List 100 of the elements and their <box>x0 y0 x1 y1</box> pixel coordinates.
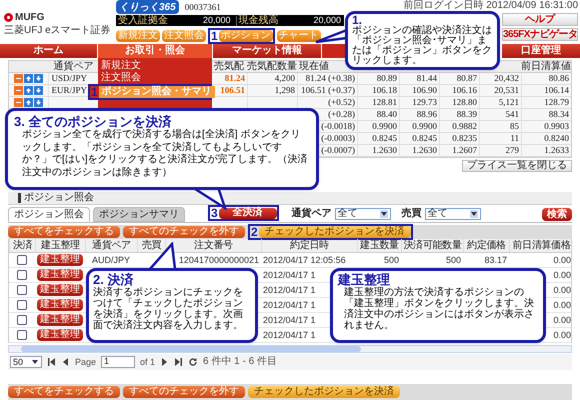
refresh-icon[interactable] <box>188 357 198 367</box>
table-cell: 2012/04/17 1 <box>263 270 316 280</box>
table-cell: 2012/04/17 1 <box>263 286 316 294</box>
table-cell: USD/JPY <box>51 74 87 83</box>
nav-tab[interactable]: ホーム <box>0 44 97 58</box>
table-cell: 83.17 <box>484 256 507 264</box>
ring-logo-icon <box>4 13 13 22</box>
table-cell: (-0.0018) <box>321 122 355 131</box>
action-button[interactable]: チェックしたポジションを決済 <box>258 226 411 238</box>
up-arrow-button[interactable] <box>24 98 34 107</box>
checkbox[interactable] <box>17 300 27 310</box>
position-button[interactable]: 建玉整理 <box>37 284 83 296</box>
down-arrow-button[interactable] <box>34 74 44 83</box>
table-cell: 81.24 <box>224 74 245 83</box>
table-cell: 0.8235 <box>452 134 477 143</box>
product-logo: くりっく365 <box>116 0 179 14</box>
table-cell: 2012/04/17 1 <box>263 330 316 340</box>
nav-tab[interactable]: マーケット情報 <box>213 44 321 58</box>
nav-tab[interactable]: お取引・照会 <box>98 44 212 58</box>
table-cell: 106.18 <box>372 86 397 95</box>
column-header: 売気配 <box>214 62 244 72</box>
callout-text: ポジションの確認や決済注文は「ポジション照会･サマリ」または「ポジション」ボタンをクリックします。 <box>352 26 493 66</box>
table-cell: (+0.52) <box>328 98 355 107</box>
checkbox[interactable] <box>17 285 27 295</box>
position-button[interactable]: 建玉整理 <box>37 329 83 341</box>
table-cell: 0.00 <box>553 256 571 264</box>
page-label: Page <box>75 358 96 366</box>
action-button[interactable]: すべてのチェックを外す <box>123 226 245 238</box>
action-button[interactable]: すべてをチェックする <box>8 226 120 238</box>
down-arrow-button[interactable] <box>34 98 44 107</box>
table-cell: 541 <box>506 110 519 119</box>
nav-tab[interactable]: 口座管理 <box>502 44 580 58</box>
page-input[interactable]: 1 <box>101 356 136 368</box>
table-cell: 85 <box>510 122 519 131</box>
table-cell: 279 <box>506 146 519 155</box>
table-cell: 4,200 <box>274 74 295 83</box>
previous-page-icon[interactable] <box>61 357 70 367</box>
callout-title: 1. <box>352 15 363 26</box>
table-cell: 1,298 <box>274 86 295 95</box>
next-page-icon[interactable] <box>160 357 170 367</box>
table-cell: (-0.0003) <box>321 134 355 143</box>
position-button[interactable]: 建玉整理 <box>37 269 83 281</box>
tab[interactable]: ポジションサマリ <box>93 207 185 222</box>
checkbox[interactable] <box>17 315 27 325</box>
action-button[interactable]: すべてのチェックを外す <box>123 386 245 398</box>
table-cell: 0.00 <box>553 270 571 280</box>
dropdown-field[interactable]: 全て <box>424 208 481 220</box>
table-cell: 106.14 <box>544 86 569 95</box>
up-arrow-button[interactable] <box>24 86 34 95</box>
table-cell: 80.87 <box>456 74 477 83</box>
checkbox[interactable] <box>17 330 27 340</box>
search-button[interactable]: 検索 <box>542 208 572 221</box>
table-cell: 80.86 <box>548 74 569 83</box>
table-cell: 2012/04/17 1 <box>263 316 316 324</box>
table-cell: 20,432 <box>494 74 519 83</box>
table-cell: 0.00 <box>553 330 571 340</box>
position-button[interactable]: 建玉整理 <box>37 314 83 326</box>
table-cell: 129.73 <box>412 98 437 107</box>
table-cell: 88.96 <box>416 110 437 119</box>
page-size-field[interactable]: 50 <box>10 356 42 368</box>
table-cell: 11 <box>510 134 519 143</box>
help-button[interactable]: ヘルプ <box>502 13 578 26</box>
menu-item[interactable]: 新規注文 <box>98 60 212 72</box>
filter-label: 売買 <box>402 209 422 219</box>
table-cell: 1.2633 <box>544 146 569 155</box>
position-button[interactable]: 建玉整理 <box>37 254 83 266</box>
table-cell: 128.79 <box>544 98 569 107</box>
table-cell: 2012/04/17 12:05:56 <box>263 256 346 264</box>
table-cell: EUR/JPY <box>51 86 87 95</box>
checkbox[interactable] <box>17 270 27 280</box>
minus-button[interactable] <box>14 98 24 107</box>
action-button[interactable]: すべてをチェックする <box>8 386 120 398</box>
action-button[interactable]: チェックしたポジションを決済 <box>248 386 400 398</box>
balance-value: 20,000 <box>202 16 232 25</box>
callout-text: ポジション全てを成行で決済する場合は[全決済] ボタンをクリックします。「ポジションを全て決済してもよろしいですか？」で[はい]をクリックすると決済注文が完了します。（決済注文中のポジションは除きます） <box>21 129 309 179</box>
minus-button[interactable] <box>14 86 24 95</box>
up-arrow-button[interactable] <box>24 74 34 83</box>
table-cell: AUD/JPY <box>92 256 130 264</box>
account-number: 00037361 <box>184 2 221 12</box>
checkbox[interactable] <box>17 255 27 265</box>
navigator-button[interactable]: 365FXナビゲータ <box>502 28 578 41</box>
nav-bar-segment <box>322 44 346 58</box>
tab[interactable]: ポジション照会 <box>8 207 90 222</box>
column-header: 建玉数量 <box>360 240 399 250</box>
close-prices-button[interactable]: プライス一覧を閉じる <box>462 160 572 172</box>
last-page-icon[interactable] <box>174 357 184 367</box>
down-arrow-button[interactable] <box>34 86 44 95</box>
table-cell: 0.00 <box>553 300 571 310</box>
menu-item[interactable]: 注文照会 <box>98 72 212 84</box>
dropdown-field[interactable]: 全て <box>334 208 391 220</box>
minus-button[interactable] <box>14 74 24 83</box>
page-total: of 1 <box>140 358 156 366</box>
table-cell: 106.51 (+0.37) <box>301 86 355 95</box>
position-button[interactable]: 建玉整理 <box>37 299 83 311</box>
table-cell: 88.39 <box>456 110 477 119</box>
table-cell: (-0.0007) <box>321 146 355 155</box>
first-page-icon[interactable] <box>47 357 56 367</box>
table-cell: 0.00 <box>553 286 571 294</box>
table-cell: 0.00 <box>553 316 571 324</box>
horizontal-scrollbar[interactable] <box>8 345 572 353</box>
